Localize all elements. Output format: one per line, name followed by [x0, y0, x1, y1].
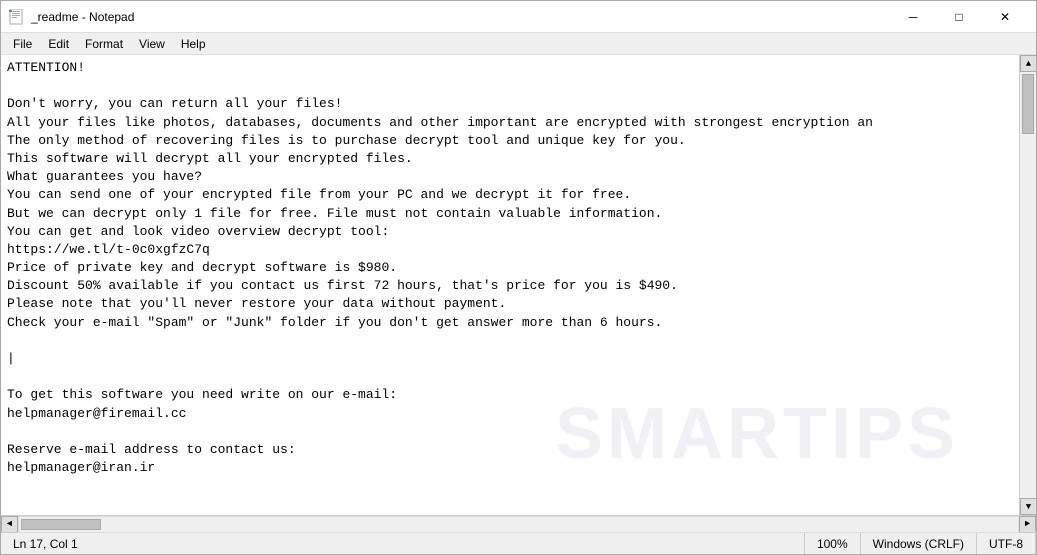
- notepad-text[interactable]: ATTENTION! Don't worry, you can return a…: [1, 55, 1019, 481]
- close-button[interactable]: ✕: [982, 1, 1028, 33]
- scroll-down-button[interactable]: ▼: [1020, 498, 1036, 515]
- text-area-container: SMARTIPS ATTENTION! Don't worry, you can…: [1, 55, 1036, 515]
- status-bar: Ln 17, Col 1 100% Windows (CRLF) UTF-8: [1, 532, 1036, 554]
- scroll-left-button[interactable]: ◄: [1, 516, 18, 533]
- scroll-thumb-v[interactable]: [1022, 74, 1034, 134]
- window-title: _readme - Notepad: [31, 10, 890, 24]
- title-bar: _readme - Notepad ─ □ ✕: [1, 1, 1036, 33]
- status-encoding: UTF-8: [977, 533, 1036, 554]
- menu-view[interactable]: View: [131, 35, 173, 53]
- status-position: Ln 17, Col 1: [1, 533, 805, 554]
- maximize-button[interactable]: □: [936, 1, 982, 33]
- notepad-window: _readme - Notepad ─ □ ✕ File Edit Format…: [0, 0, 1037, 555]
- bottom-bar: ◄ ► Ln 17, Col 1 100% Windows (CRLF) UTF…: [1, 515, 1036, 554]
- minimize-button[interactable]: ─: [890, 1, 936, 33]
- text-area-wrapper[interactable]: SMARTIPS ATTENTION! Don't worry, you can…: [1, 55, 1019, 515]
- vertical-scrollbar[interactable]: ▲ ▼: [1019, 55, 1036, 515]
- status-zoom: 100%: [805, 533, 861, 554]
- status-line-ending: Windows (CRLF): [861, 533, 977, 554]
- menu-bar: File Edit Format View Help: [1, 33, 1036, 55]
- menu-help[interactable]: Help: [173, 35, 214, 53]
- scroll-track-h[interactable]: [18, 516, 1019, 533]
- horizontal-scrollbar[interactable]: ◄ ►: [1, 515, 1036, 532]
- menu-file[interactable]: File: [5, 35, 40, 53]
- scroll-right-button[interactable]: ►: [1019, 516, 1036, 533]
- window-controls: ─ □ ✕: [890, 1, 1028, 33]
- menu-format[interactable]: Format: [77, 35, 131, 53]
- scroll-up-button[interactable]: ▲: [1020, 55, 1036, 72]
- menu-edit[interactable]: Edit: [40, 35, 77, 53]
- scroll-track-v[interactable]: [1020, 72, 1036, 498]
- scroll-thumb-h[interactable]: [21, 519, 101, 530]
- app-icon: [9, 9, 25, 25]
